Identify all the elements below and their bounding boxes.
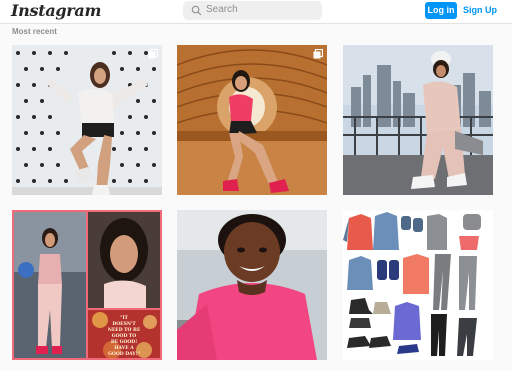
quote-line: NEED TO BE (108, 327, 141, 333)
post-6-image (343, 210, 493, 360)
post-1-image (12, 45, 162, 195)
search-icon (191, 5, 202, 16)
post-6-thumbnail[interactable] (343, 210, 493, 360)
post-3-thumbnail[interactable] (343, 45, 493, 195)
post-4-image: "IT DOESN'T NEED TO BE GOOD TO BE GOOD! … (12, 210, 162, 360)
search-placeholder: Search (206, 4, 238, 15)
quote-line: DOESN'T (112, 321, 136, 327)
post-3-image (343, 45, 493, 195)
post-5-image (177, 210, 327, 360)
quote-line: HAVE A (114, 345, 134, 351)
search-input[interactable]: Search (183, 1, 322, 20)
signup-link[interactable]: Sign Up (463, 2, 497, 19)
post-1-thumbnail[interactable] (12, 45, 162, 195)
post-2-image (177, 45, 327, 195)
post-5-thumbnail[interactable] (177, 210, 327, 360)
quote-line: BE GOOD! (111, 339, 137, 345)
post-4-thumbnail[interactable]: "IT DOESN'T NEED TO BE GOOD TO BE GOOD! … (12, 210, 162, 360)
login-button[interactable]: Log in (425, 2, 457, 19)
quote-line: GOOD DAY!" (108, 351, 140, 357)
quote-line: GOOD TO (112, 333, 137, 339)
instagram-logo[interactable]: Instagram (11, 1, 101, 20)
section-title: Most recent (12, 27, 57, 36)
post-2-thumbnail[interactable] (177, 45, 327, 195)
quote-line: "IT (120, 315, 128, 321)
top-navigation-bar: Instagram Search Log in Sign Up (0, 0, 512, 24)
multiple-photos-icon (313, 49, 323, 59)
multiple-photos-icon (148, 49, 158, 59)
